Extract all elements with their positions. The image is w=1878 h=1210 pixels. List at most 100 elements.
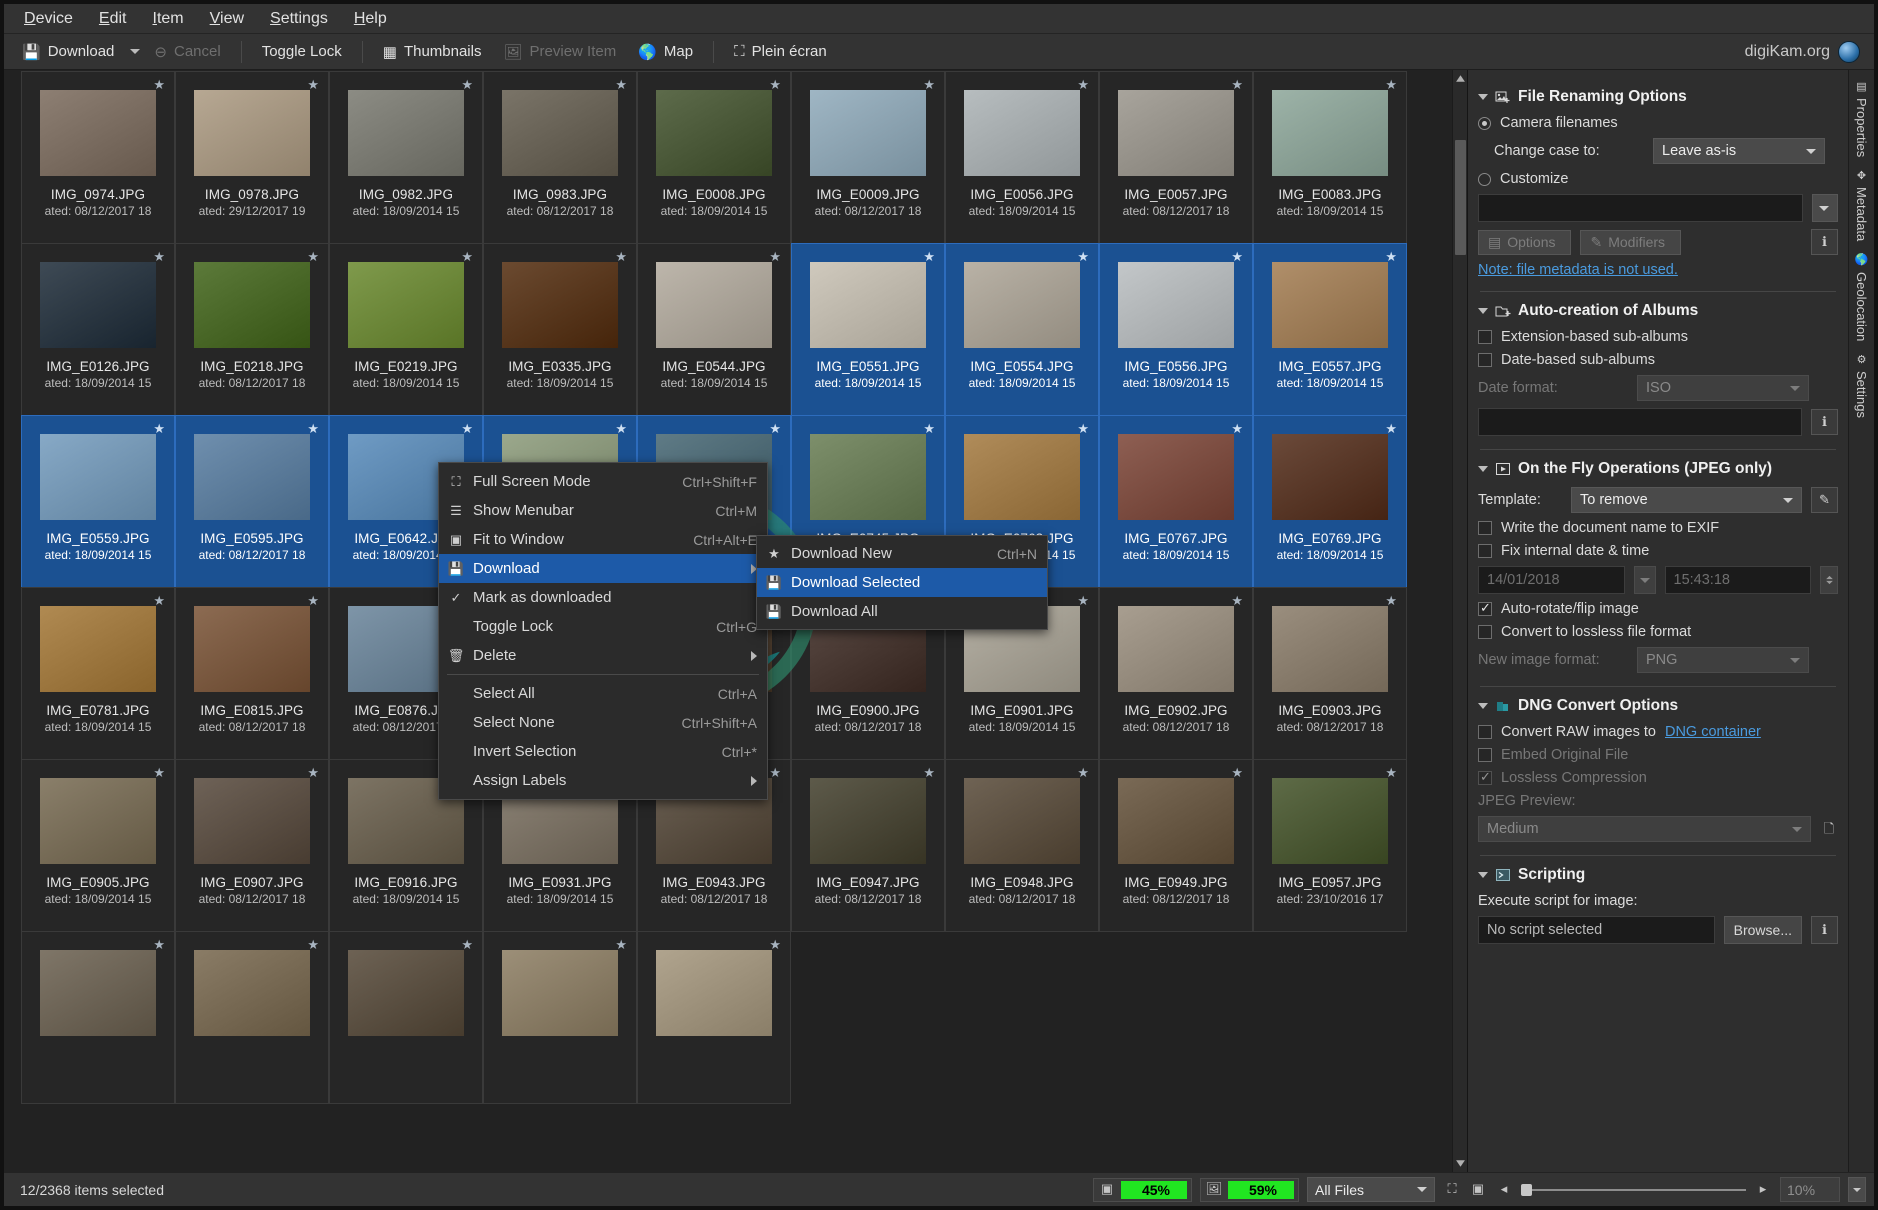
- star-icon[interactable]: ★: [1385, 765, 1397, 781]
- browse-button[interactable]: Browse...: [1724, 916, 1802, 944]
- menu-item[interactable]: Invert SelectionCtrl+*: [439, 737, 767, 766]
- star-icon[interactable]: ★: [769, 765, 781, 781]
- star-icon[interactable]: ★: [153, 421, 165, 437]
- thumbnail-cell[interactable]: ★IMG_E0335.JPGated: 18/09/2014 15: [483, 243, 637, 416]
- brand-area[interactable]: digiKam.org: [1745, 41, 1860, 63]
- autorotate-checkbox[interactable]: [1478, 602, 1492, 616]
- zoom-100-icon[interactable]: ▣: [1469, 1181, 1487, 1199]
- rename-pattern-input[interactable]: [1478, 194, 1803, 222]
- chevron-down-icon[interactable]: [1478, 703, 1488, 709]
- menu-item[interactable]: Toggle LockCtrl+G: [439, 612, 767, 641]
- star-icon[interactable]: ★: [153, 593, 165, 609]
- thumbnail-cell[interactable]: ★IMG_0978.JPGated: 29/12/2017 19: [175, 71, 329, 244]
- zoom-slider[interactable]: [1521, 1189, 1746, 1191]
- thumbnail-cell[interactable]: ★IMG_E0903.JPGated: 08/12/2017 18: [1253, 587, 1407, 760]
- star-icon[interactable]: ★: [1077, 249, 1089, 265]
- thumbnail-cell[interactable]: ★IMG_E0902.JPGated: 08/12/2017 18: [1099, 587, 1253, 760]
- write-docname-checkbox[interactable]: [1478, 521, 1492, 535]
- thumbnail-cell[interactable]: ★IMG_E0767.JPGated: 18/09/2014 15: [1099, 415, 1253, 588]
- zoom-level-input[interactable]: 10%: [1780, 1177, 1840, 1202]
- map-button[interactable]: 🌎 Map: [630, 40, 701, 64]
- convert-lossless-row[interactable]: Convert to lossless file format: [1478, 624, 1838, 640]
- camera-filenames-radio-row[interactable]: Camera filenames: [1478, 115, 1838, 131]
- thumbnail-cell[interactable]: ★IMG_E0559.JPGated: 18/09/2014 15: [21, 415, 175, 588]
- star-icon[interactable]: ★: [461, 421, 473, 437]
- menu-item[interactable]: ☰Show MenubarCtrl+M: [439, 496, 767, 525]
- menu-item[interactable]: Item: [153, 10, 184, 28]
- star-icon[interactable]: ★: [923, 421, 935, 437]
- star-icon[interactable]: ★: [307, 937, 319, 953]
- zoom-slider-track[interactable]: [1521, 1189, 1746, 1191]
- zoom-fit-icon[interactable]: ⛶: [1443, 1181, 1461, 1199]
- thumbnail-cell[interactable]: ★IMG_E0218.JPGated: 08/12/2017 18: [175, 243, 329, 416]
- star-icon[interactable]: ★: [923, 765, 935, 781]
- star-icon[interactable]: ★: [307, 765, 319, 781]
- thumbnail-cell[interactable]: ★IMG_E0556.JPGated: 18/09/2014 15: [1099, 243, 1253, 416]
- thumbnail-cell[interactable]: ★: [483, 931, 637, 1104]
- write-docname-row[interactable]: Write the document name to EXIF: [1478, 520, 1838, 536]
- menu-item[interactable]: ▣Fit to WindowCtrl+Alt+E: [439, 525, 767, 554]
- sidebar-tab-settings[interactable]: ⚙Settings: [1854, 353, 1869, 418]
- spin-down-icon[interactable]: [1825, 580, 1834, 585]
- menu-settings[interactable]: Settings: [270, 10, 328, 28]
- cancel-button[interactable]: ⊖ Cancel: [146, 40, 228, 64]
- script-help-button[interactable]: ℹ: [1811, 916, 1838, 944]
- star-icon[interactable]: ★: [1077, 421, 1089, 437]
- thumbnail-cell[interactable]: ★: [21, 931, 175, 1104]
- star-icon[interactable]: ★: [307, 421, 319, 437]
- star-icon[interactable]: ★: [1231, 77, 1243, 93]
- star-icon[interactable]: ★: [153, 765, 165, 781]
- thumbnail-cell[interactable]: ★IMG_E0957.JPGated: 23/10/2016 17: [1253, 759, 1407, 932]
- time-input[interactable]: 15:43:18: [1665, 566, 1812, 594]
- thumbnail-cell[interactable]: ★IMG_E0083.JPGated: 18/09/2014 15: [1253, 71, 1407, 244]
- star-icon[interactable]: ★: [615, 77, 627, 93]
- thumbnail-cell[interactable]: ★IMG_E0009.JPGated: 08/12/2017 18: [791, 71, 945, 244]
- new-format-combo[interactable]: PNG: [1637, 647, 1809, 673]
- embed-original-checkbox[interactable]: [1478, 748, 1492, 762]
- page-icon[interactable]: 🗋: [1820, 820, 1838, 838]
- camera-filenames-radio[interactable]: [1478, 117, 1491, 130]
- star-icon[interactable]: ★: [769, 249, 781, 265]
- extension-subalbums-checkbox[interactable]: [1478, 330, 1492, 344]
- group-on-the-fly[interactable]: On the Fly Operations (JPEG only): [1478, 460, 1838, 478]
- star-icon[interactable]: ★: [923, 77, 935, 93]
- chevron-down-icon[interactable]: [1478, 94, 1488, 100]
- star-icon[interactable]: ★: [307, 593, 319, 609]
- menu-item[interactable]: Assign Labels: [439, 766, 767, 795]
- group-auto-albums[interactable]: Auto-creation of Albums: [1478, 302, 1838, 320]
- star-icon[interactable]: ★: [615, 421, 627, 437]
- modifiers-button[interactable]: ✎ Modifiers: [1580, 230, 1681, 255]
- sidebar-tab-geolocation[interactable]: 🌎Geolocation: [1854, 253, 1869, 341]
- group-scripting[interactable]: Scripting: [1478, 866, 1838, 884]
- thumbnail-cell[interactable]: ★IMG_E0126.JPGated: 18/09/2014 15: [21, 243, 175, 416]
- menu-item[interactable]: Select NoneCtrl+Shift+A: [439, 708, 767, 737]
- thumbnail-cell[interactable]: ★IMG_E0008.JPGated: 18/09/2014 15: [637, 71, 791, 244]
- star-icon[interactable]: ★: [923, 249, 935, 265]
- fullscreen-button[interactable]: ⛶ Plein écran: [726, 40, 835, 63]
- star-icon[interactable]: ★: [1385, 421, 1397, 437]
- menu-item[interactable]: 💾Download All: [757, 597, 1047, 626]
- extension-subalbums-row[interactable]: Extension-based sub-albums: [1478, 329, 1838, 345]
- star-icon[interactable]: ★: [461, 937, 473, 953]
- thumbnail-cell[interactable]: ★IMG_0974.JPGated: 08/12/2017 18: [21, 71, 175, 244]
- date-format-combo[interactable]: ISO: [1637, 375, 1809, 401]
- thumbnail-cell[interactable]: ★IMG_E0551.JPGated: 18/09/2014 15: [791, 243, 945, 416]
- chevron-down-icon[interactable]: [1478, 308, 1488, 314]
- convert-lossless-checkbox[interactable]: [1478, 625, 1492, 639]
- menu-item[interactable]: 🗑Delete: [439, 641, 767, 670]
- group-file-renaming[interactable]: File Renaming Options: [1478, 88, 1838, 106]
- scroll-up-icon[interactable]: [1455, 73, 1466, 84]
- star-icon[interactable]: ★: [307, 77, 319, 93]
- date-subalbums-checkbox[interactable]: [1478, 353, 1492, 367]
- download-submenu[interactable]: ★Download NewCtrl+N💾Download Selected💾Do…: [756, 535, 1048, 630]
- star-icon[interactable]: ★: [1231, 249, 1243, 265]
- thumbnail-cell[interactable]: ★IMG_E0544.JPGated: 18/09/2014 15: [637, 243, 791, 416]
- zoom-slider-knob[interactable]: [1521, 1184, 1532, 1196]
- album-help-button[interactable]: ℹ: [1811, 409, 1838, 435]
- customize-radio-row[interactable]: Customize: [1478, 171, 1838, 187]
- thumbnail-cell[interactable]: ★IMG_E0948.JPGated: 08/12/2017 18: [945, 759, 1099, 932]
- thumbnail-icon-view[interactable]: ★IMG_0974.JPGated: 08/12/2017 18★IMG_097…: [4, 70, 1468, 1172]
- preview-item-button[interactable]: 🖼 Preview Item: [495, 40, 624, 64]
- thumbnail-cell[interactable]: ★IMG_E0947.JPGated: 08/12/2017 18: [791, 759, 945, 932]
- star-icon[interactable]: ★: [1231, 593, 1243, 609]
